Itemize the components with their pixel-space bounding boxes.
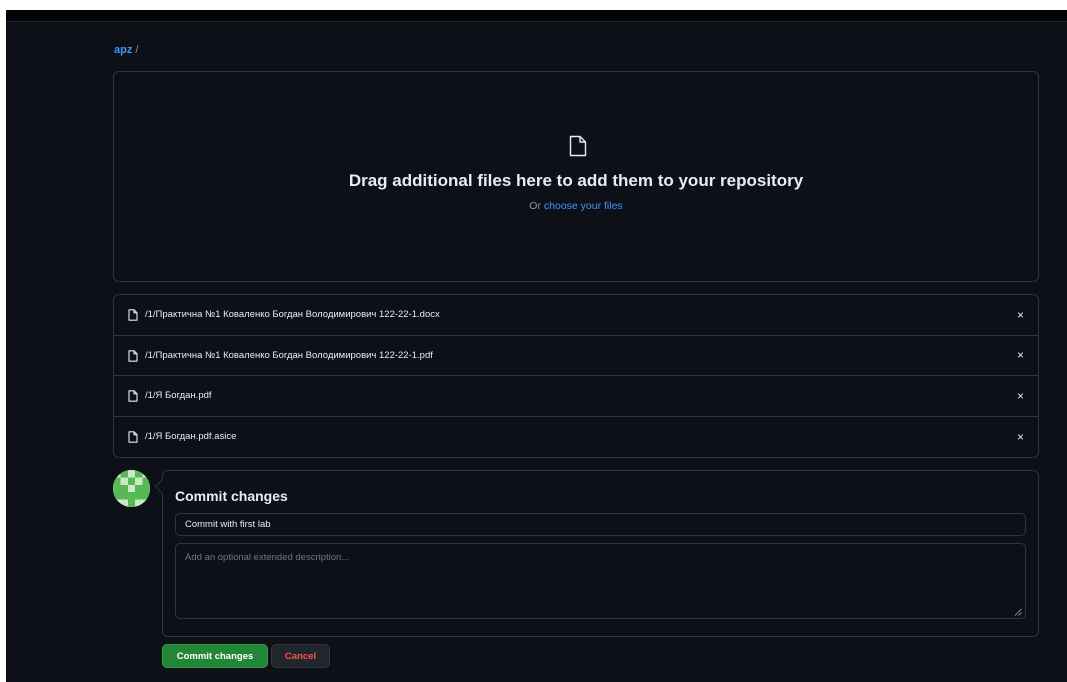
dropzone-subtitle: Or choose your files <box>114 200 1038 212</box>
file-row: /1/Я Богдан.pdf × <box>114 376 1038 417</box>
file-icon <box>128 309 138 321</box>
browser-top-edge <box>0 0 1067 10</box>
file-row: /1/Я Богдан.pdf.asice × <box>114 417 1038 458</box>
remove-file-icon[interactable]: × <box>1017 348 1024 362</box>
breadcrumb-separator: / <box>135 44 139 56</box>
file-name: /1/Я Богдан.pdf.asice <box>145 431 237 443</box>
file-list: /1/Практична №1 Коваленко Богдан Володим… <box>113 294 1039 458</box>
file-icon <box>128 349 138 362</box>
commit-message-input[interactable] <box>175 513 1026 536</box>
left-edge <box>0 10 6 682</box>
file-icon <box>128 390 138 402</box>
remove-file-icon[interactable]: × <box>1017 308 1024 322</box>
file-name: /1/Практична №1 Коваленко Богдан Володим… <box>145 309 440 321</box>
header-bar <box>6 10 1067 22</box>
file-dropzone[interactable]: Drag additional files here to add them t… <box>113 71 1039 282</box>
commit-title: Commit changes <box>175 488 288 504</box>
breadcrumb-repo-link[interactable]: apz <box>114 44 132 56</box>
commit-form: Commit changes <box>162 470 1039 637</box>
file-row: /1/Практична №1 Коваленко Богдан Володим… <box>114 295 1038 336</box>
commit-description-input[interactable] <box>175 543 1026 619</box>
file-icon <box>128 430 138 443</box>
resize-handle-icon[interactable] <box>1014 608 1022 616</box>
remove-file-icon[interactable]: × <box>1017 389 1024 403</box>
commit-changes-button[interactable]: Commit changes <box>162 644 268 668</box>
remove-file-icon[interactable]: × <box>1017 430 1024 444</box>
file-name: /1/Практична №1 Коваленко Богдан Володим… <box>145 349 433 361</box>
dropzone-or-text: Or <box>529 200 541 212</box>
file-name: /1/Я Богдан.pdf <box>145 390 212 402</box>
file-icon <box>569 135 587 157</box>
dropzone-title: Drag additional files here to add them t… <box>348 171 804 190</box>
cancel-button[interactable]: Cancel <box>271 644 330 668</box>
avatar <box>113 470 150 507</box>
choose-files-link[interactable]: choose your files <box>544 200 623 212</box>
file-row: /1/Практична №1 Коваленко Богдан Володим… <box>114 336 1038 376</box>
breadcrumb: apz / <box>114 44 138 56</box>
